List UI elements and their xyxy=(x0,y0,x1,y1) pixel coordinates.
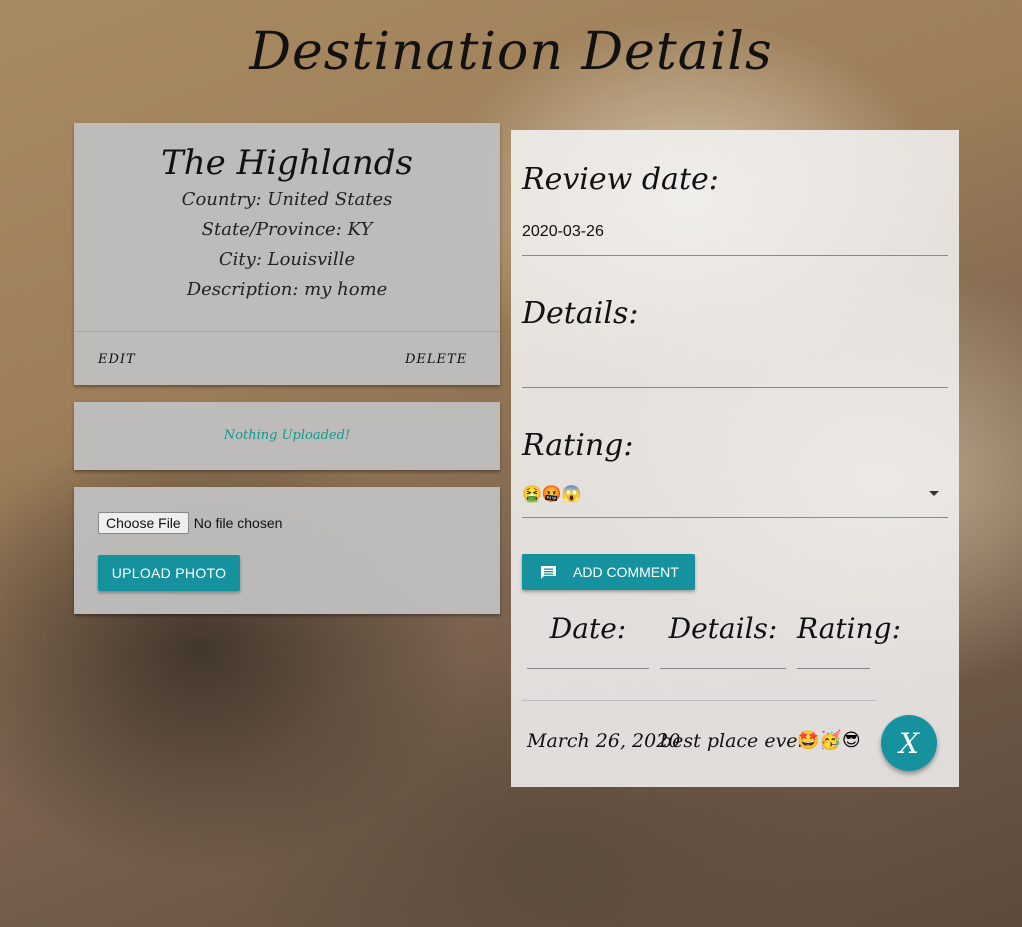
file-status: No file chosen xyxy=(193,515,283,531)
choose-file-button[interactable]: Choose File xyxy=(98,512,189,534)
destination-country: Country: United States xyxy=(181,189,393,210)
page-title: Destination Details xyxy=(249,22,773,82)
review-card: Review date: 2020-03-26 Details: Rating:… xyxy=(511,130,959,787)
date-column-underline xyxy=(527,668,649,669)
destination-state: State/Province: KY xyxy=(201,219,373,240)
chevron-down-icon[interactable] xyxy=(929,491,939,496)
review-date-underline xyxy=(522,255,948,256)
details-underline xyxy=(522,387,948,388)
card-actions: EDIT DELETE xyxy=(74,331,500,386)
details-column-underline xyxy=(660,668,786,669)
review-date-label: Review date: xyxy=(522,162,719,197)
rating-select[interactable]: 🤮🤬😱 xyxy=(522,484,948,508)
destination-city: City: Louisville xyxy=(218,249,356,270)
file-input[interactable]: Choose File No file chosen xyxy=(98,512,282,534)
destination-card: The Highlands Country: United States Sta… xyxy=(74,123,500,385)
comment-rating: 🤩🥳😎 xyxy=(797,730,861,751)
details-label: Details: xyxy=(522,296,639,331)
rating-underline xyxy=(522,517,948,518)
add-comment-button[interactable]: ADD COMMENT xyxy=(522,554,695,590)
comment-date: March 26, 2020 xyxy=(527,730,681,752)
destination-name: The Highlands xyxy=(161,143,413,183)
column-header-details: Details: xyxy=(668,612,778,645)
delete-comment-button[interactable]: X xyxy=(881,715,937,771)
column-header-rating: Rating: xyxy=(797,612,902,645)
table-divider xyxy=(522,700,876,701)
comment-icon xyxy=(540,565,557,579)
upload-photo-button[interactable]: UPLOAD PHOTO xyxy=(98,555,240,591)
upload-card: Choose File No file chosen UPLOAD PHOTO xyxy=(74,487,500,614)
details-input[interactable] xyxy=(522,358,948,382)
destination-description: Description: my home xyxy=(186,279,388,300)
review-date-input[interactable]: 2020-03-26 xyxy=(522,223,604,241)
edit-button[interactable]: EDIT xyxy=(98,352,136,367)
delete-button[interactable]: DELETE xyxy=(405,352,467,367)
rating-column-underline xyxy=(797,668,870,669)
column-header-date: Date: xyxy=(549,612,627,645)
photo-gallery-card: Nothing Uploaded! xyxy=(74,402,500,470)
empty-photos-message: Nothing Uploaded! xyxy=(223,428,351,443)
add-comment-label: ADD COMMENT xyxy=(573,564,679,580)
comment-details: best place ever xyxy=(660,730,807,752)
rating-label: Rating: xyxy=(522,428,634,463)
